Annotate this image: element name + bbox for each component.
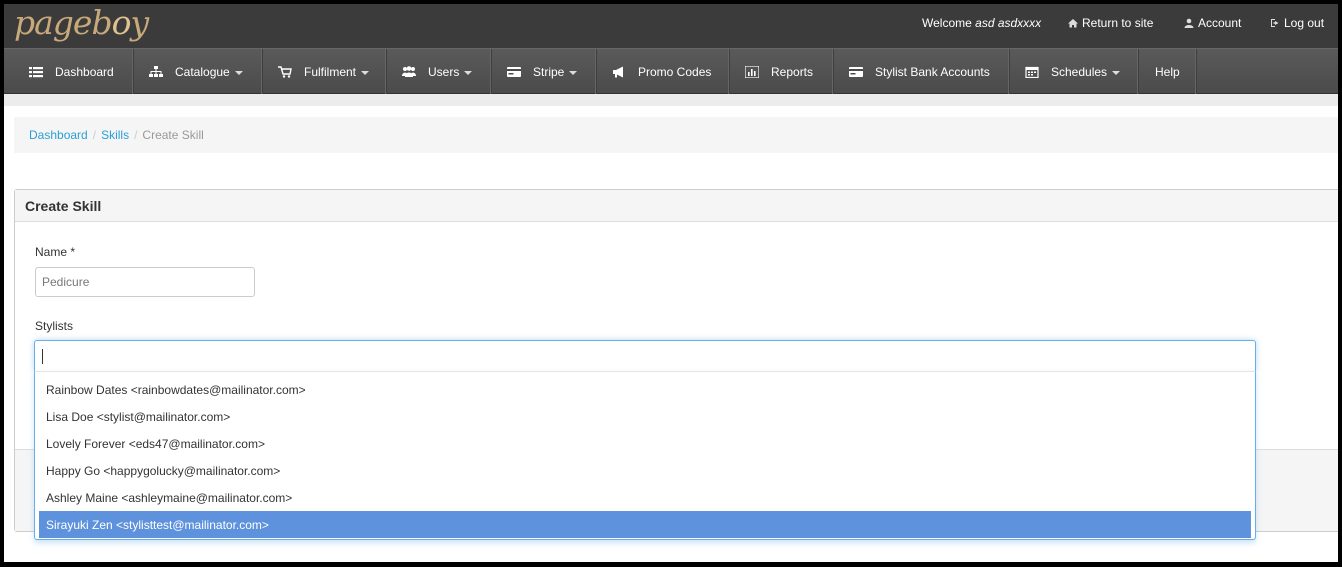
chevron-down-icon [234,71,243,75]
calendar-icon [1025,66,1039,78]
list-icon [29,66,43,77]
breadcrumb: Dashboard / Skills / Create Skill [14,117,1338,153]
breadcrumb-dashboard-link[interactable]: Dashboard [29,128,88,142]
stylists-search-input[interactable] [34,340,1256,371]
app-frame: pageboy Welcome asd asdxxxx Return to si… [4,4,1338,562]
user-icon [1184,18,1194,28]
chevron-down-icon [464,71,473,75]
top-bar: pageboy Welcome asd asdxxxx Return to si… [4,4,1338,48]
account-link[interactable]: Account [1184,16,1241,30]
bullhorn-icon [613,66,623,77]
welcome-text: Welcome asd asdxxxx [922,16,1042,30]
sitemap-icon [149,65,163,77]
user-name: asd asdxxxx [975,16,1042,30]
logout-icon [1271,19,1279,27]
bar-chart-icon [745,65,759,78]
nav-dashboard[interactable]: Dashboard [14,49,134,94]
chevron-down-icon [569,71,578,75]
chevron-down-icon [1112,71,1121,75]
chevron-down-icon [361,71,370,75]
stylist-option[interactable]: Lovely Forever <eds47@mailinator.com> [39,430,1251,457]
name-label: Name * [35,245,76,259]
users-icon [402,65,416,77]
text-cursor [42,349,43,364]
nav-stylist-bank-accounts[interactable]: Stylist Bank Accounts [834,49,1010,94]
nav-users[interactable]: Users [387,49,492,94]
nav-stripe[interactable]: Stripe [492,49,597,94]
stylist-option[interactable]: Lisa Doe <stylist@mailinator.com> [39,403,1251,430]
breadcrumb-current: Create Skill [142,128,204,142]
credit-card-icon [849,66,863,77]
breadcrumb-separator: / [134,128,138,142]
credit-card-icon [507,66,521,77]
name-input[interactable] [35,267,255,297]
stylists-label: Stylists [35,319,74,333]
breadcrumb-separator: / [92,128,97,142]
stylist-option-highlighted[interactable]: Sirayuki Zen <stylisttest@mailinator.com… [39,511,1251,538]
nav-schedules[interactable]: Schedules [1010,49,1139,94]
home-icon [1068,19,1078,28]
pageboy-logo[interactable]: pageboy [14,4,149,46]
breadcrumb-skills-link[interactable]: Skills [101,128,129,142]
panel-title: Create Skill [15,190,1338,222]
nav-fulfilment[interactable]: Fulfilment [263,49,387,94]
logout-link[interactable]: Log out [1270,16,1324,30]
main-navbar: Dashboard Catalogue Fulfilment Users Str… [4,48,1338,94]
stylists-dropdown: Rainbow Dates <rainbowdates@mailinator.c… [34,371,1256,540]
stylist-option[interactable]: Rainbow Dates <rainbowdates@mailinator.c… [39,376,1251,403]
return-to-site-link[interactable]: Return to site [1068,16,1153,30]
nav-reports[interactable]: Reports [730,49,834,94]
nav-promo-codes[interactable]: Promo Codes [597,49,730,94]
nav-shadow-strip [4,94,1338,106]
stylist-option[interactable]: Ashley Maine <ashleymaine@mailinator.com… [39,484,1251,511]
nav-catalogue[interactable]: Catalogue [134,49,263,94]
stylist-option[interactable]: Happy Go <happygolucky@mailinator.com> [39,457,1251,484]
cart-icon [278,65,292,78]
nav-help[interactable]: Help [1139,49,1197,94]
